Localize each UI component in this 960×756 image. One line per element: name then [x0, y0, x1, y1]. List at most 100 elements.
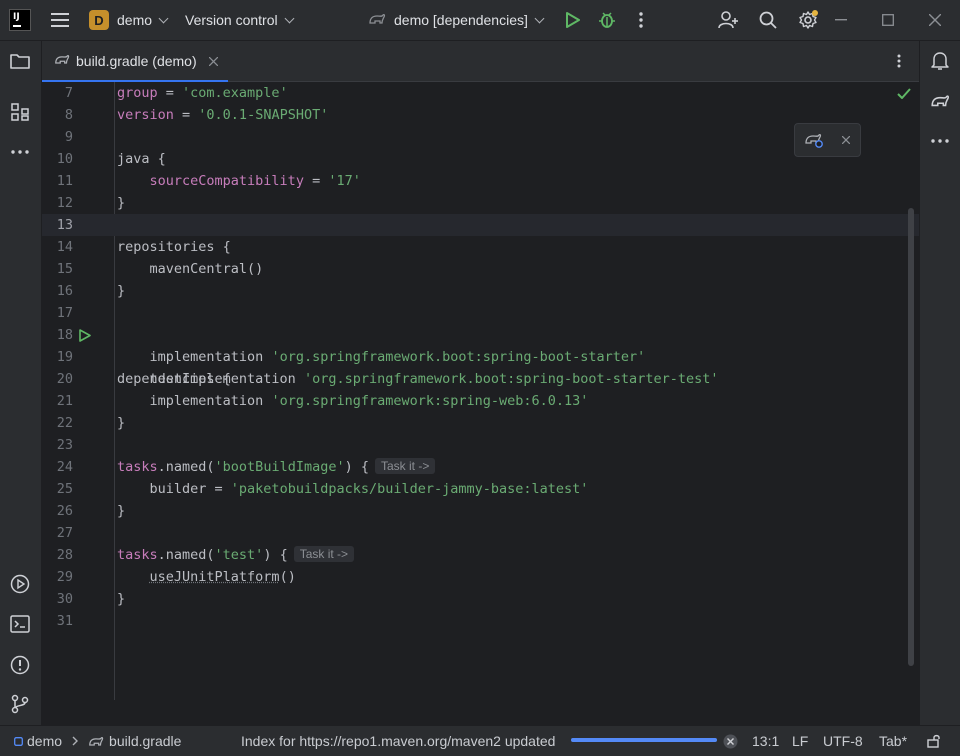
- run-config-selector[interactable]: demo [dependencies]: [368, 0, 545, 40]
- caret-position[interactable]: 13:1: [752, 726, 779, 756]
- code-token: implementation: [149, 349, 272, 365]
- inlay-hint[interactable]: Task it ->: [293, 546, 355, 562]
- code-token: implementation: [149, 393, 272, 409]
- chevron-down-icon: [158, 13, 169, 23]
- line-number: 25: [56, 481, 73, 497]
- code-token: mavenCentral(): [149, 261, 264, 277]
- line-number: 8: [64, 107, 73, 123]
- editor-tab-bar: build.gradle (demo): [42, 41, 919, 82]
- line-separator[interactable]: LF: [792, 726, 808, 756]
- code-token: 'bootBuildImage': [214, 459, 345, 475]
- line-number: 19: [56, 349, 73, 365]
- status-message[interactable]: Index for https://repo1.maven.org/maven2…: [241, 726, 555, 756]
- code-line[interactable]: 14 repositories {: [42, 236, 919, 258]
- breadcrumb-project[interactable]: demo: [27, 733, 62, 749]
- terminal-icon[interactable]: [8, 612, 32, 636]
- code-line[interactable]: 28 tasks.named('test') {Task it ->: [42, 544, 919, 566]
- line-number: 22: [56, 415, 73, 431]
- line-number: 30: [56, 591, 73, 607]
- main-menu-icon[interactable]: [48, 8, 72, 32]
- code-line[interactable]: 19 implementation 'org.springframework.b…: [42, 346, 919, 368]
- code-line[interactable]: 27: [42, 522, 919, 544]
- settings-gear-icon[interactable]: [796, 8, 820, 32]
- code-line[interactable]: 26}: [42, 500, 919, 522]
- index-progress-bar: [571, 738, 717, 742]
- code-line[interactable]: 12}: [42, 192, 919, 214]
- code-token: tasks: [117, 547, 158, 563]
- code-line[interactable]: 25 builder = 'paketobuildpacks/builder-j…: [42, 478, 919, 500]
- line-number: 12: [56, 195, 73, 211]
- no-problems-check-icon[interactable]: [897, 88, 911, 99]
- maximize-icon[interactable]: [876, 8, 900, 32]
- vertical-scrollbar[interactable]: [908, 208, 914, 666]
- add-user-icon[interactable]: [716, 8, 740, 32]
- inlay-hint[interactable]: Task it ->: [374, 458, 436, 474]
- code-line[interactable]: 9: [42, 126, 919, 148]
- close-tab-icon[interactable]: [208, 56, 218, 66]
- code-line[interactable]: 18 dependencies {: [42, 324, 919, 387]
- line-number: 11: [56, 173, 73, 189]
- code-token: '17': [328, 173, 361, 189]
- project-badge: D: [89, 10, 109, 30]
- file-encoding[interactable]: UTF-8: [823, 726, 863, 756]
- read-only-lock-icon[interactable]: [927, 726, 941, 756]
- code-line[interactable]: 30}: [42, 588, 919, 610]
- code-line[interactable]: 7 group = 'com.example': [42, 82, 919, 104]
- code-token: 'org.springframework.boot:spring-boot-st…: [271, 349, 646, 365]
- cancel-progress-icon[interactable]: [723, 726, 738, 756]
- vcs-label: Version control: [185, 12, 278, 28]
- intellij-logo-icon[interactable]: IJ: [9, 9, 31, 31]
- notifications-bell-icon[interactable]: [928, 49, 952, 73]
- git-icon[interactable]: [8, 692, 32, 716]
- code-line-current[interactable]: 13: [42, 214, 919, 236]
- vcs-selector[interactable]: Version control: [185, 0, 295, 40]
- gradle-tool-icon[interactable]: [928, 89, 952, 113]
- code-line[interactable]: 16}: [42, 280, 919, 302]
- gradle-reload-icon[interactable]: [805, 132, 823, 148]
- breadcrumb-file[interactable]: build.gradle: [109, 733, 181, 749]
- line-number: 20: [56, 371, 73, 387]
- problems-icon[interactable]: [8, 653, 32, 677]
- run-icon[interactable]: [561, 8, 585, 32]
- code-line[interactable]: 10 java {: [42, 148, 919, 170]
- code-token: '0.0.1-SNAPSHOT': [198, 107, 329, 123]
- search-icon[interactable]: [756, 8, 780, 32]
- more-tools-icon[interactable]: [928, 129, 952, 153]
- code-line[interactable]: 15 mavenCentral(): [42, 258, 919, 280]
- progress-fill: [571, 738, 717, 742]
- services-icon[interactable]: [8, 572, 32, 596]
- code-line[interactable]: 31: [42, 610, 919, 632]
- minimize-icon[interactable]: [829, 8, 853, 32]
- tab-build-gradle[interactable]: build.gradle (demo): [42, 41, 228, 82]
- code-line[interactable]: 20 testImplementation 'org.springframewo…: [42, 368, 919, 390]
- code-line[interactable]: 11 sourceCompatibility = '17': [42, 170, 919, 192]
- code-token: sourceCompatibility: [149, 173, 304, 189]
- code-line[interactable]: 17: [42, 302, 919, 324]
- chevron-right-icon: [72, 736, 79, 746]
- code-editor[interactable]: 7 group = 'com.example' 8 version = '0.0.1…: [42, 82, 919, 700]
- more-tools-icon[interactable]: [8, 140, 32, 164]
- chevron-down-icon: [284, 13, 295, 23]
- project-folder-icon[interactable]: [8, 49, 32, 73]
- line-number: 28: [56, 547, 73, 563]
- code-token: builder =: [149, 481, 231, 497]
- code-line[interactable]: 23: [42, 434, 919, 456]
- line-number: 9: [64, 129, 73, 145]
- close-window-icon[interactable]: [923, 8, 947, 32]
- code-token: .named(: [157, 547, 215, 563]
- more-actions-icon[interactable]: [629, 8, 653, 32]
- code-token: 'com.example': [182, 85, 288, 101]
- code-line[interactable]: 21 implementation 'org.springframework:s…: [42, 390, 919, 412]
- code-token: =: [303, 173, 329, 189]
- code-line[interactable]: 29 useJUnitPlatform(): [42, 566, 919, 588]
- tab-options-icon[interactable]: [887, 49, 911, 73]
- code-line[interactable]: 8 version = '0.0.1-SNAPSHOT': [42, 104, 919, 126]
- structure-icon[interactable]: [8, 100, 32, 124]
- debug-icon[interactable]: [595, 8, 619, 32]
- indent-setting[interactable]: Tab*: [879, 726, 907, 756]
- code-line[interactable]: 24 tasks.named('bootBuildImage') {Task it…: [42, 456, 919, 478]
- code-line[interactable]: 22}: [42, 412, 919, 434]
- close-popup-icon[interactable]: [842, 136, 851, 144]
- project-selector[interactable]: D demo: [89, 0, 169, 40]
- run-gutter-icon[interactable]: [79, 329, 91, 342]
